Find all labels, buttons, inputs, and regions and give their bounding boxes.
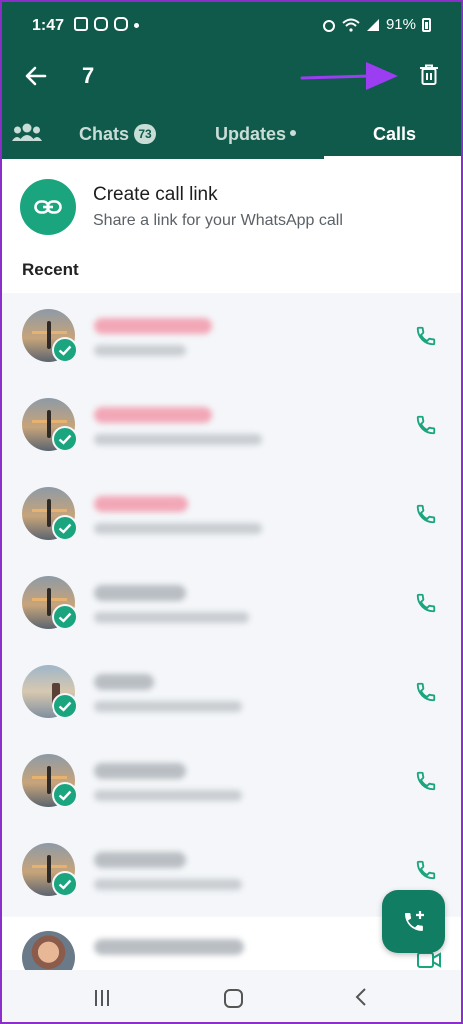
contact-name-redacted [94,585,186,601]
delete-button[interactable] [413,58,445,92]
call-time-redacted [94,523,262,534]
back-button[interactable] [20,60,52,92]
tab-label: Chats [79,124,130,144]
phone-icon [416,593,436,613]
check-icon [58,434,72,445]
contact-name-redacted [94,763,186,779]
phone-icon [416,415,436,435]
new-call-button[interactable] [382,890,445,953]
call-row[interactable] [2,471,461,560]
tab-chats[interactable]: Chats 73 [79,124,157,145]
app-header: 1:47 91% 7 Chats 73 Updates Calls [2,2,461,159]
screen: 1:47 91% 7 Chats 73 Updates Calls Create… [0,0,463,1024]
call-row[interactable] [2,560,461,649]
recent-section-label: Recent [22,260,79,279]
call-time-redacted [94,701,242,712]
community-icon [12,123,42,141]
contact-name-redacted [94,852,186,868]
selected-check [52,782,78,808]
call-link-title: Create call link [93,184,218,205]
call-link-avatar [20,179,76,235]
call-row[interactable] [2,738,461,827]
notification-icons [74,17,139,31]
check-icon [58,701,72,712]
tab-updates[interactable]: Updates [215,124,297,145]
call-time-redacted [94,790,242,801]
signal-icon [366,18,379,31]
phone-icon [416,860,436,880]
arrow-left-icon [25,66,47,86]
check-icon [58,345,72,356]
add-call-icon [404,910,424,931]
link-icon [34,200,62,214]
gallery-icon [74,17,88,31]
call-time-redacted [94,434,262,445]
instagram-icon [94,17,108,31]
check-icon [58,879,72,890]
new-updates-dot [290,130,297,136]
call-time-redacted [94,345,186,356]
selected-check [52,693,78,719]
call-row[interactable] [2,382,461,471]
chevron-left-icon [355,988,366,1006]
call-link-subtitle: Share a link for your WhatsApp call [93,212,343,229]
contact-name-redacted [94,496,188,512]
unread-badge: 73 [134,124,157,144]
status-bar: 1:47 91% [2,2,461,50]
create-call-link[interactable]: Create call link Share a link for your W… [2,159,461,255]
selected-check [52,871,78,897]
call-button[interactable] [413,590,439,616]
contact-name-redacted [94,674,154,690]
phone-icon [416,326,436,346]
call-button[interactable] [413,412,439,438]
tab-calls[interactable]: Calls [373,124,416,145]
battery-icon [422,17,431,32]
call-button[interactable] [413,857,439,883]
system-status: 91% [322,16,431,33]
call-row[interactable] [2,293,461,382]
phone-icon [416,771,436,791]
status-time: 1:47 [32,17,65,34]
call-time-redacted [94,612,249,623]
tab-community[interactable] [12,122,42,147]
check-icon [58,523,72,534]
tab-bar: Chats 73 Updates Calls [2,112,461,159]
selected-count: 7 [82,63,95,88]
tab-label: Calls [373,124,417,144]
battery-percent: 91% [385,16,416,33]
call-time-redacted [94,879,242,890]
call-button[interactable] [413,768,439,794]
call-button[interactable] [413,501,439,527]
more-notifications-icon [134,23,139,28]
alarm-icon [322,19,335,32]
call-row[interactable] [2,649,461,738]
recent-apps-button[interactable] [95,990,109,1006]
call-button[interactable] [413,323,439,349]
wifi-icon [342,18,360,32]
selected-check [52,426,78,452]
system-nav-bar [2,970,461,1022]
call-button[interactable] [413,679,439,705]
phone-icon [416,682,436,702]
video-icon [417,952,441,968]
contact-name-redacted [94,939,244,955]
system-back-button[interactable] [354,986,368,1013]
check-icon [58,790,72,801]
phone-icon [416,504,436,524]
contact-name-redacted [94,318,212,334]
selected-check [52,337,78,363]
selected-check [52,515,78,541]
selection-toolbar: 7 [2,50,461,106]
annotation-arrow-icon [300,62,398,90]
contact-name-redacted [94,407,212,423]
home-button[interactable] [224,989,243,1008]
selected-check [52,604,78,630]
trash-icon [420,64,438,85]
check-icon [58,612,72,623]
tab-label: Updates [215,124,287,144]
instagram-icon [114,17,128,31]
